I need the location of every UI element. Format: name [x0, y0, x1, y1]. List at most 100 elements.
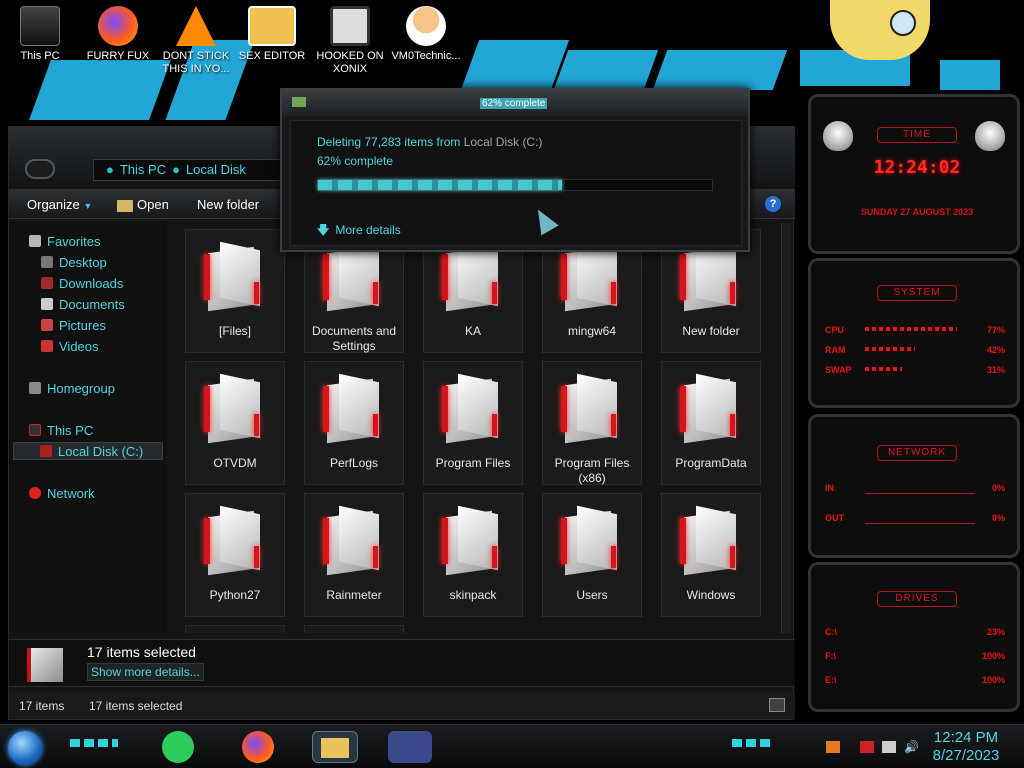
selection-count: 17 items selected — [87, 644, 196, 660]
dialog-app-icon — [292, 97, 306, 107]
status-selected-count: 17 items selected — [89, 699, 183, 713]
swap-value: 31% — [986, 365, 1005, 375]
drives-gadget: DRIVES C:\ 23% F:\ 100% E:\ 100% — [808, 562, 1020, 712]
folder-icon — [323, 373, 387, 444]
nav-downloads[interactable]: Downloads — [41, 275, 123, 293]
action-center-icon[interactable] — [860, 741, 874, 753]
more-details-button[interactable]: 🡇 More details — [317, 221, 401, 242]
folder-label: ProgramData — [675, 456, 747, 470]
cpu-row: CPU 77% — [825, 325, 1005, 335]
wallpaper-graphic — [460, 40, 570, 90]
status-bar: 17 items 17 items selected — [9, 693, 795, 719]
taskbar-app-icon[interactable] — [388, 731, 432, 763]
folder-item[interactable]: OTVDM — [185, 361, 285, 485]
wallpaper-character — [830, 0, 930, 60]
file-list: [Files] Documents and Settings KA mingw6… — [179, 223, 779, 633]
network-gadget: NETWORK IN 0% OUT 0% — [808, 414, 1020, 558]
desktop-icon-dont-stick[interactable]: DONT STICK THIS IN YO... — [158, 6, 234, 76]
desktop-icon — [41, 256, 53, 268]
folder-icon — [680, 373, 744, 444]
nav-label: Desktop — [59, 255, 107, 270]
volume-icon[interactable]: 🔊 — [904, 741, 919, 753]
folder-item[interactable]: skinpack — [423, 493, 523, 617]
download-icon — [41, 277, 53, 289]
folder-icon — [442, 373, 506, 444]
breadcrumb-separator-icon: ● — [172, 162, 180, 177]
network-tray-icon[interactable] — [882, 741, 896, 753]
folder-icon — [204, 241, 268, 312]
folder-item[interactable]: Windows — [661, 493, 761, 617]
folder-item[interactable]: Python27 — [185, 493, 285, 617]
folder-item[interactable] — [185, 625, 285, 633]
desktop-icon-label: HOOKED ON XONIX — [316, 50, 384, 75]
swap-usage-bar — [865, 367, 902, 371]
drive-f-row: F:\ 100% — [825, 651, 1005, 661]
folder-item[interactable]: Program Files — [423, 361, 523, 485]
open-button[interactable]: Open — [117, 197, 169, 212]
gadget-date: SUNDAY 27 AUGUST 2023 — [860, 207, 974, 217]
doctor-avatar-icon — [406, 6, 446, 46]
taskbar-notes-app-icon[interactable] — [162, 731, 194, 763]
nav-this-pc[interactable]: This PC — [29, 422, 93, 440]
nav-videos[interactable]: Videos — [41, 338, 99, 356]
nav-label: This PC — [47, 423, 94, 438]
breadcrumb-this-pc[interactable]: This PC — [120, 162, 166, 177]
nav-label: Local Disk (C:) — [58, 444, 144, 459]
start-button[interactable] — [8, 731, 42, 765]
vertical-scrollbar[interactable] — [781, 223, 791, 633]
desktop-icon-vm0technic[interactable]: VM0Technic... — [388, 6, 464, 63]
help-icon[interactable]: ? — [765, 196, 781, 212]
folder-item[interactable]: [Files] — [185, 229, 285, 353]
folder-item[interactable]: Users — [542, 493, 642, 617]
nav-pictures[interactable]: Pictures — [41, 317, 106, 335]
net-in-graph — [865, 493, 975, 494]
folder-icon — [680, 241, 744, 312]
folder-item[interactable]: Program Files (x86) — [542, 361, 642, 485]
drive-icon — [40, 445, 52, 457]
open-label: Open — [137, 197, 169, 212]
nav-network[interactable]: Network — [29, 485, 95, 503]
taskbar-decoration — [732, 739, 772, 747]
large-icons-view-icon[interactable] — [769, 698, 785, 712]
new-folder-button[interactable]: New folder — [197, 197, 259, 212]
desktop-icon-furry-fux[interactable]: FURRY FUX — [80, 6, 156, 63]
desktop-icon-hooked-on-xonix[interactable]: HOOKED ON XONIX — [312, 6, 388, 76]
tray-app-icon[interactable] — [826, 741, 840, 753]
new-folder-label: New folder — [197, 197, 260, 212]
desktop-icon-this-pc[interactable]: This PC — [2, 6, 78, 63]
folder-icon — [561, 373, 625, 444]
breadcrumb-local-disk[interactable]: Local Disk — [186, 162, 246, 177]
folder-label: Windows — [686, 588, 736, 602]
homegroup-icon — [29, 382, 41, 394]
address-bar[interactable]: ● This PC ● Local Disk — [93, 159, 293, 181]
desktop-icon-label: This PC — [20, 50, 60, 62]
folder-label: skinpack — [449, 588, 497, 602]
drive-e-label: E:\ — [825, 675, 837, 685]
organize-button[interactable]: Organize ▼ — [27, 197, 92, 212]
delete-source-link[interactable]: Local Disk (C:) — [464, 135, 543, 149]
folder-item[interactable]: ProgramData — [661, 361, 761, 485]
net-out-label: OUT — [825, 513, 844, 523]
swap-row: SWAP 31% — [825, 365, 1005, 375]
desktop-icon-sex-editor[interactable]: SEX EDITOR — [234, 6, 310, 63]
show-more-details-link[interactable]: Show more details... — [87, 663, 204, 681]
ram-row: RAM 42% — [825, 345, 1005, 355]
folder-item[interactable]: PerfLogs — [304, 361, 404, 485]
gadget-clock: 12:24:02 — [873, 157, 961, 178]
nav-desktop[interactable]: Desktop — [41, 254, 107, 272]
nav-favorites[interactable]: Favorites — [29, 233, 100, 251]
nav-homegroup[interactable]: Homegroup — [29, 380, 115, 398]
nav-local-disk[interactable]: Local Disk (C:) — [13, 442, 163, 460]
delete-progress-dialog: 62% complete Deleting 77,283 items from … — [280, 88, 750, 252]
taskbar-clock[interactable]: 12:24 PM 8/27/2023 — [926, 729, 1006, 765]
folder-item[interactable]: Rainmeter — [304, 493, 404, 617]
taskbar-file-explorer-icon[interactable] — [312, 731, 358, 763]
drive-c-value: 23% — [986, 627, 1005, 637]
drive-c-label: C:\ — [825, 627, 837, 637]
taskbar: 🔊 12:24 PM 8/27/2023 — [0, 724, 1024, 768]
folder-item[interactable] — [304, 625, 404, 633]
taskbar-firefox-icon[interactable] — [242, 731, 274, 763]
back-forward-icon[interactable] — [25, 159, 55, 179]
folder-icon — [323, 241, 387, 312]
nav-documents[interactable]: Documents — [41, 296, 125, 314]
